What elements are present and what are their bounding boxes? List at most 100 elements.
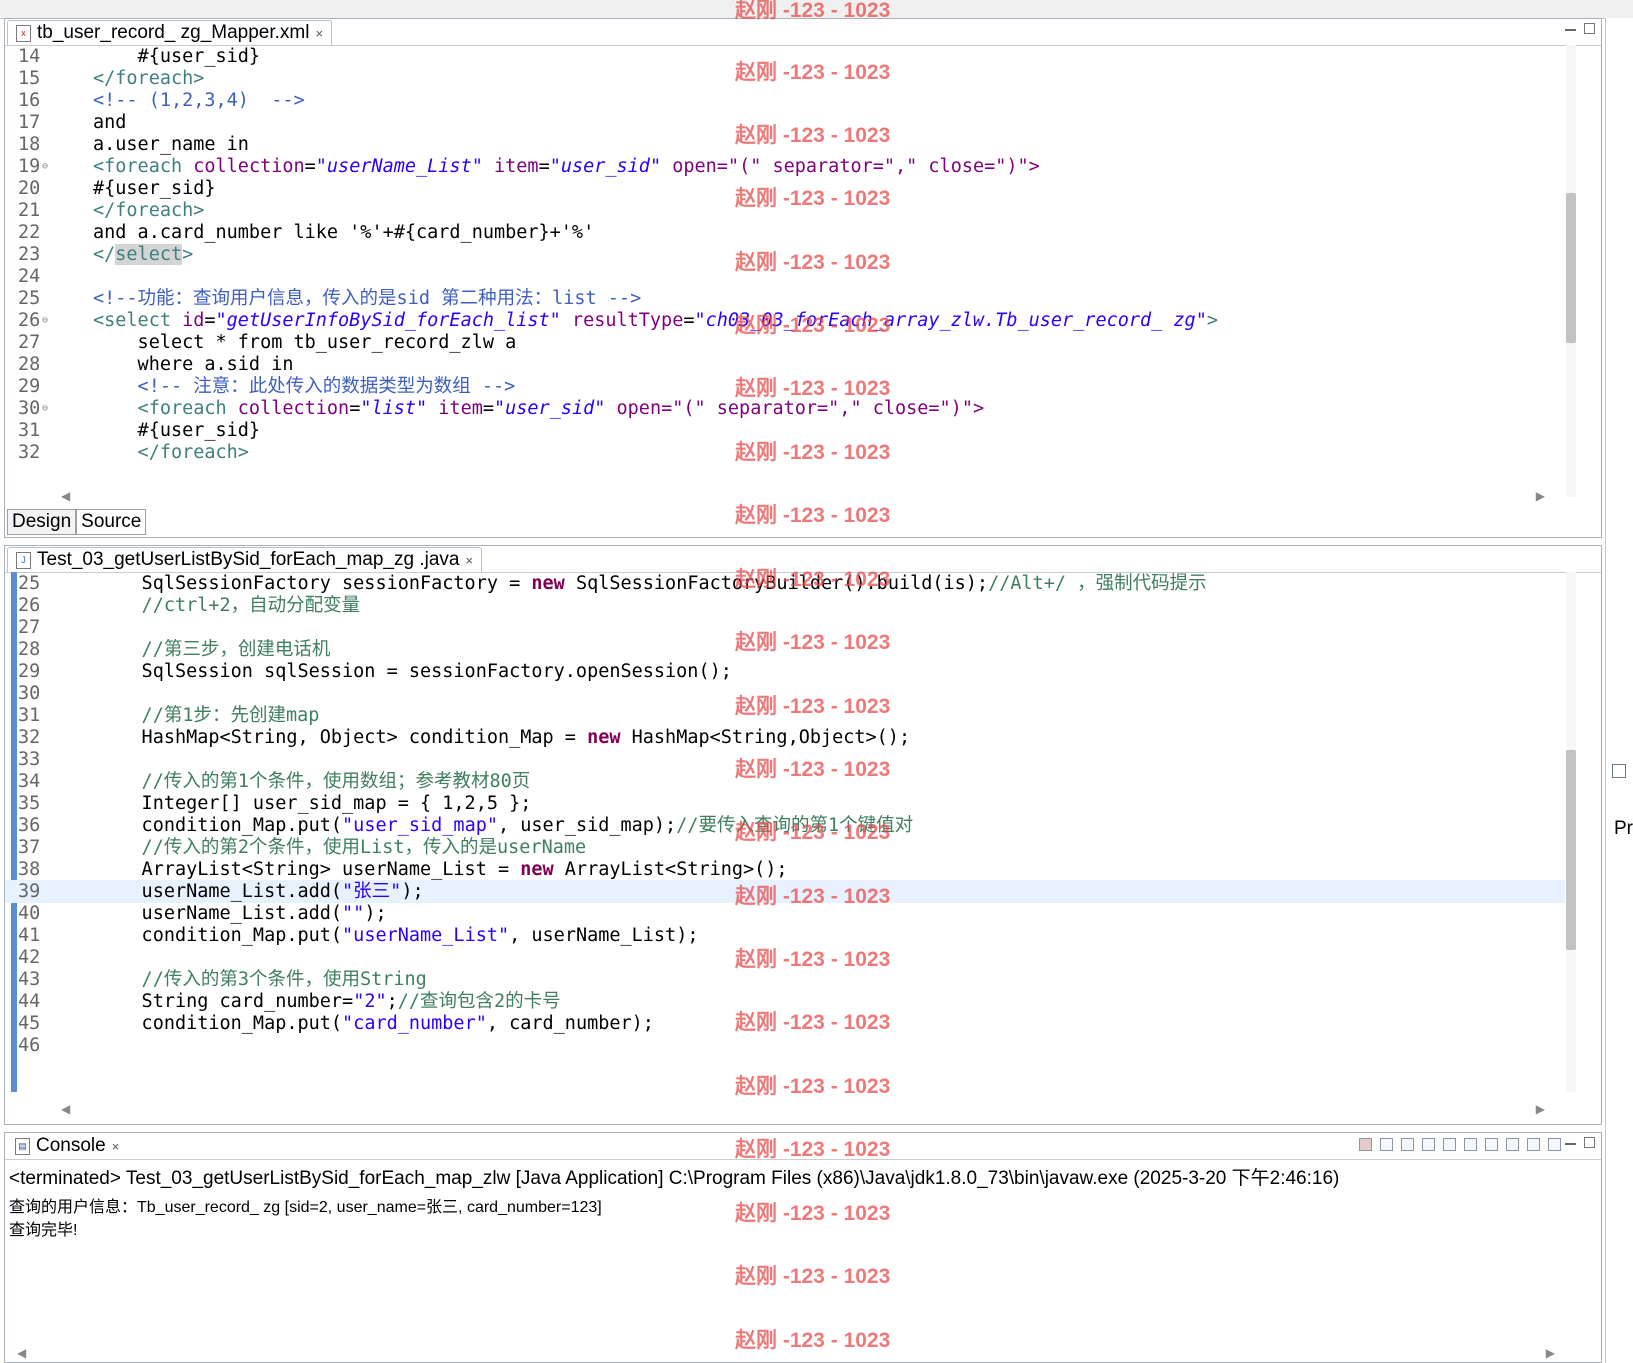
code-token: and <box>93 112 127 133</box>
code-line[interactable]: 20 #{user_sid} <box>5 177 1565 200</box>
code-line[interactable]: 14 #{user_sid} <box>5 45 1565 68</box>
code-token: = <box>482 398 494 419</box>
code-line[interactable]: 27 <box>5 616 1565 639</box>
code-line[interactable]: 34 //传入的第1个条件，使用数组；参考教材80页 <box>5 770 1565 793</box>
code-line[interactable]: 40 userName_List.add(""); <box>5 902 1565 925</box>
xml-vertical-scrollbar[interactable] <box>1566 45 1576 497</box>
code-line[interactable]: 37 //传入的第2个条件，使用List，传入的是userName <box>5 836 1565 859</box>
line-number: 27 <box>18 332 41 353</box>
tab-design[interactable]: Design <box>7 509 77 535</box>
code-line[interactable]: 25 SqlSessionFactory sessionFactory = ne… <box>5 572 1565 595</box>
xml-scroll-thumb[interactable] <box>1566 193 1576 343</box>
open-console-icon[interactable] <box>1548 1138 1561 1151</box>
maximize-icon[interactable] <box>1584 1137 1595 1148</box>
code-line[interactable]: 32 </foreach> <box>5 441 1565 464</box>
code-line[interactable]: 25 <!--功能：查询用户信息，传入的是sid 第二种用法：list --> <box>5 287 1565 310</box>
code-line[interactable]: 18 a.user_name in <box>5 133 1565 156</box>
xml-horizontal-scrollbar[interactable]: ◀ ▶ <box>55 489 1551 503</box>
code-token: id <box>182 310 205 331</box>
code-token: , userName_List); <box>509 925 699 946</box>
line-number: 26 <box>18 595 41 616</box>
maximize-icon[interactable] <box>1584 23 1595 34</box>
code-line[interactable]: 31 #{user_sid} <box>5 419 1565 442</box>
minimize-icon[interactable] <box>1565 23 1576 31</box>
show-console-icon[interactable] <box>1485 1138 1498 1151</box>
fold-icon[interactable]: ⊖ <box>42 397 48 420</box>
clear-console-icon[interactable] <box>1422 1138 1435 1151</box>
scroll-left-icon[interactable]: ◀ <box>17 1346 26 1360</box>
code-token: where a.sid in <box>93 354 294 375</box>
code-token: ; <box>386 991 398 1012</box>
fold-icon[interactable]: ⊖ <box>42 309 48 332</box>
java-code-area[interactable]: 25 SqlSessionFactory sessionFactory = ne… <box>5 572 1565 1092</box>
java-vertical-scrollbar[interactable] <box>1566 572 1576 1092</box>
code-line[interactable]: 44 String card_number="2";//查询包含2的卡号 <box>5 990 1565 1013</box>
code-line[interactable]: 19 ⊖ <foreach collection="userName_List" i… <box>5 155 1565 178</box>
code-line[interactable]: 24 <box>5 265 1565 288</box>
scroll-right-icon[interactable]: ▶ <box>1546 1346 1555 1360</box>
java-horizontal-scrollbar[interactable]: ◀ ▶ <box>55 1102 1551 1116</box>
scroll-lock-icon[interactable] <box>1443 1138 1456 1151</box>
code-token: "card_number" <box>342 1013 487 1034</box>
line-number: 27 <box>18 617 41 638</box>
terminate-icon[interactable] <box>1359 1138 1372 1151</box>
code-line[interactable]: 29 <!-- 注意：此处传入的数据类型为数组 --> <box>5 375 1565 398</box>
scroll-right-icon[interactable]: ▶ <box>1536 1102 1545 1116</box>
code-text: #{user_sid} <box>93 45 261 68</box>
code-line[interactable]: 30 ⊖ <foreach collection="list" item="use… <box>5 397 1565 420</box>
code-line[interactable]: 39 userName_List.add("张三"); <box>5 880 1565 903</box>
line-number: 21 <box>18 200 41 221</box>
code-line[interactable]: 32 HashMap<String, Object> condition_Map… <box>5 726 1565 749</box>
code-line[interactable]: 36 condition_Map.put("user_sid_map", use… <box>5 814 1565 837</box>
close-icon[interactable]: × <box>315 26 323 41</box>
code-line[interactable]: 16 <!-- (1,2,3,4) --> <box>5 89 1565 112</box>
code-line[interactable]: 26 ⊖ <select id="getUserInfoBySid_forEach_… <box>5 309 1565 332</box>
scroll-left-icon[interactable]: ◀ <box>61 1102 70 1116</box>
tab-test-java[interactable]: J Test_03_getUserListBySid_forEach_map_z… <box>7 547 483 572</box>
tab-console[interactable]: ▤ Console × <box>7 1134 128 1158</box>
code-line[interactable]: 31 //第1步：先创建map <box>5 704 1565 727</box>
code-line[interactable]: 41 condition_Map.put("userName_List", us… <box>5 924 1565 947</box>
close-icon[interactable]: × <box>465 553 473 568</box>
line-number: 33 <box>18 749 41 770</box>
code-line[interactable]: 27 select * from tb_user_record_zlw a <box>5 331 1565 354</box>
scroll-right-icon[interactable]: ▶ <box>1536 489 1545 503</box>
code-line[interactable]: 45 condition_Map.put("card_number", card… <box>5 1012 1565 1035</box>
close-icon[interactable]: × <box>112 1139 120 1154</box>
java-editor-tabbar: J Test_03_getUserListBySid_forEach_map_z… <box>5 546 1601 573</box>
code-line[interactable]: 17 and <box>5 111 1565 134</box>
remove-all-icon[interactable] <box>1401 1138 1414 1151</box>
tab-source[interactable]: Source <box>76 509 147 535</box>
display-console-icon[interactable] <box>1527 1138 1540 1151</box>
fold-icon[interactable]: ⊖ <box>42 155 48 178</box>
remove-launch-icon[interactable] <box>1380 1138 1393 1151</box>
minimize-icon[interactable] <box>1565 1137 1576 1145</box>
code-line[interactable]: 15 </foreach> <box>5 67 1565 90</box>
tab-mapper-xml-label: tb_user_record_ zg_Mapper.xml <box>37 22 310 43</box>
word-wrap-icon[interactable] <box>1464 1138 1477 1151</box>
code-line[interactable]: 26 //ctrl+2，自动分配变量 <box>5 594 1565 617</box>
code-line[interactable]: 28 where a.sid in <box>5 353 1565 376</box>
console-horizontal-scrollbar[interactable]: ◀ ▶ <box>11 1346 1561 1360</box>
code-line[interactable]: 28 //第三步，创建电话机 <box>5 638 1565 661</box>
code-line[interactable]: 38 ArrayList<String> userName_List = new… <box>5 858 1565 881</box>
outline-icon[interactable] <box>1612 764 1626 778</box>
code-line[interactable]: 29 SqlSession sqlSession = sessionFactor… <box>5 660 1565 683</box>
tab-mapper-xml[interactable]: x tb_user_record_ zg_Mapper.xml × <box>7 20 333 45</box>
line-number: 25 <box>18 288 41 309</box>
code-line[interactable]: 22 and a.card_number like '%'+#{card_numb… <box>5 221 1565 244</box>
code-token: , card_number); <box>486 1013 654 1034</box>
code-line[interactable]: 43 //传入的第3个条件，使用String <box>5 968 1565 991</box>
code-line[interactable]: 42 <box>5 946 1565 969</box>
line-number: 28 <box>18 639 41 660</box>
code-line[interactable]: 35 Integer[] user_sid_map = { 1,2,5 }; <box>5 792 1565 815</box>
code-line[interactable]: 23 </select> <box>5 243 1565 266</box>
code-line[interactable]: 21 </foreach> <box>5 199 1565 222</box>
scroll-left-icon[interactable]: ◀ <box>61 489 70 503</box>
code-line[interactable]: 46 <box>5 1034 1565 1057</box>
code-line[interactable]: 30 <box>5 682 1565 705</box>
xml-code-area[interactable]: 14 #{user_sid} 15 </foreach> 16 <!-- (1,2,3,… <box>5 45 1565 497</box>
code-line[interactable]: 33 <box>5 748 1565 771</box>
java-scroll-thumb[interactable] <box>1566 750 1576 950</box>
pin-console-icon[interactable] <box>1506 1138 1519 1151</box>
